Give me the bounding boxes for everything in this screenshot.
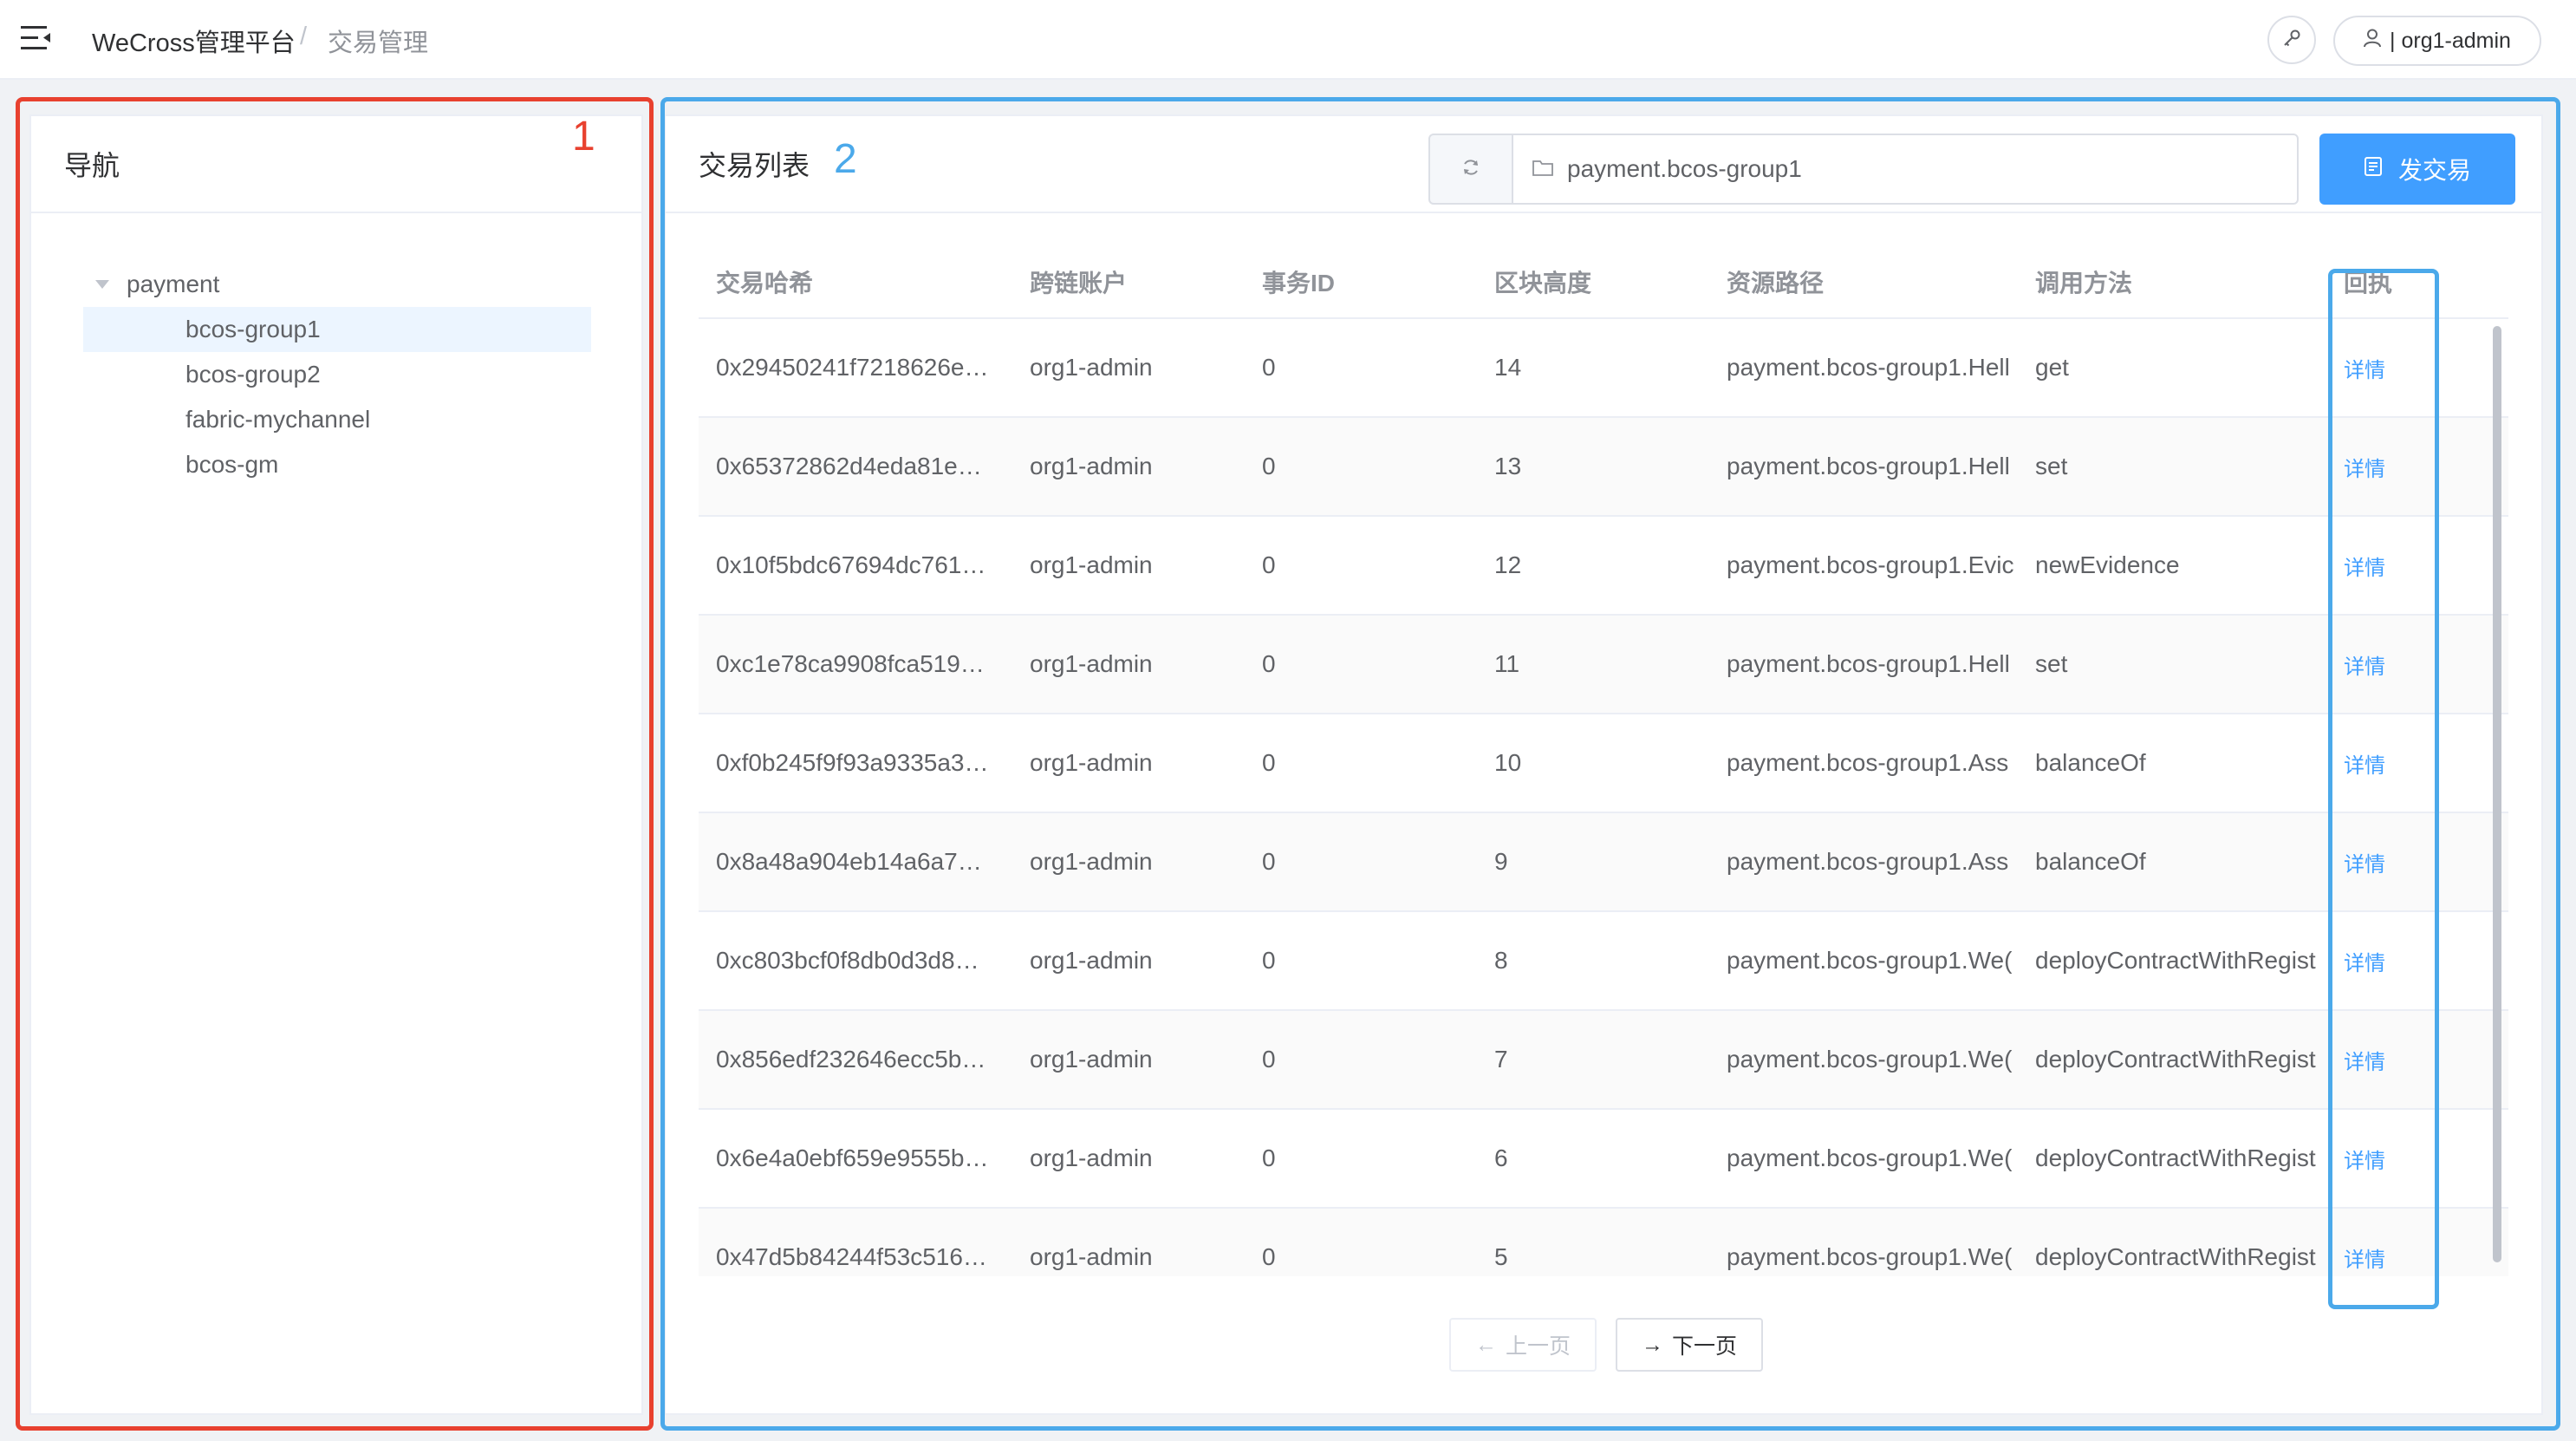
user-name: | org1-admin [2390, 28, 2511, 53]
annotation-box-receipt-column [2328, 269, 2439, 1309]
breadcrumb-current: 交易管理 [328, 29, 429, 57]
key-button[interactable] [2267, 16, 2316, 64]
brand-title[interactable]: WeCross管理平台 [92, 23, 296, 59]
annotation-box-1 [16, 97, 654, 1431]
user-menu-button[interactable]: | org1-admin [2333, 16, 2541, 66]
user-icon [2364, 29, 2382, 54]
key-icon [2282, 29, 2301, 52]
annotation-label-2: 2 [834, 136, 857, 182]
annotation-label-1: 1 [572, 114, 595, 160]
menu-fold-icon[interactable] [21, 24, 52, 52]
top-header: WeCross管理平台 / 交易管理 | org1-admin [0, 0, 2576, 80]
annotation-box-2 [660, 97, 2560, 1431]
breadcrumb-separator: / [300, 23, 308, 50]
